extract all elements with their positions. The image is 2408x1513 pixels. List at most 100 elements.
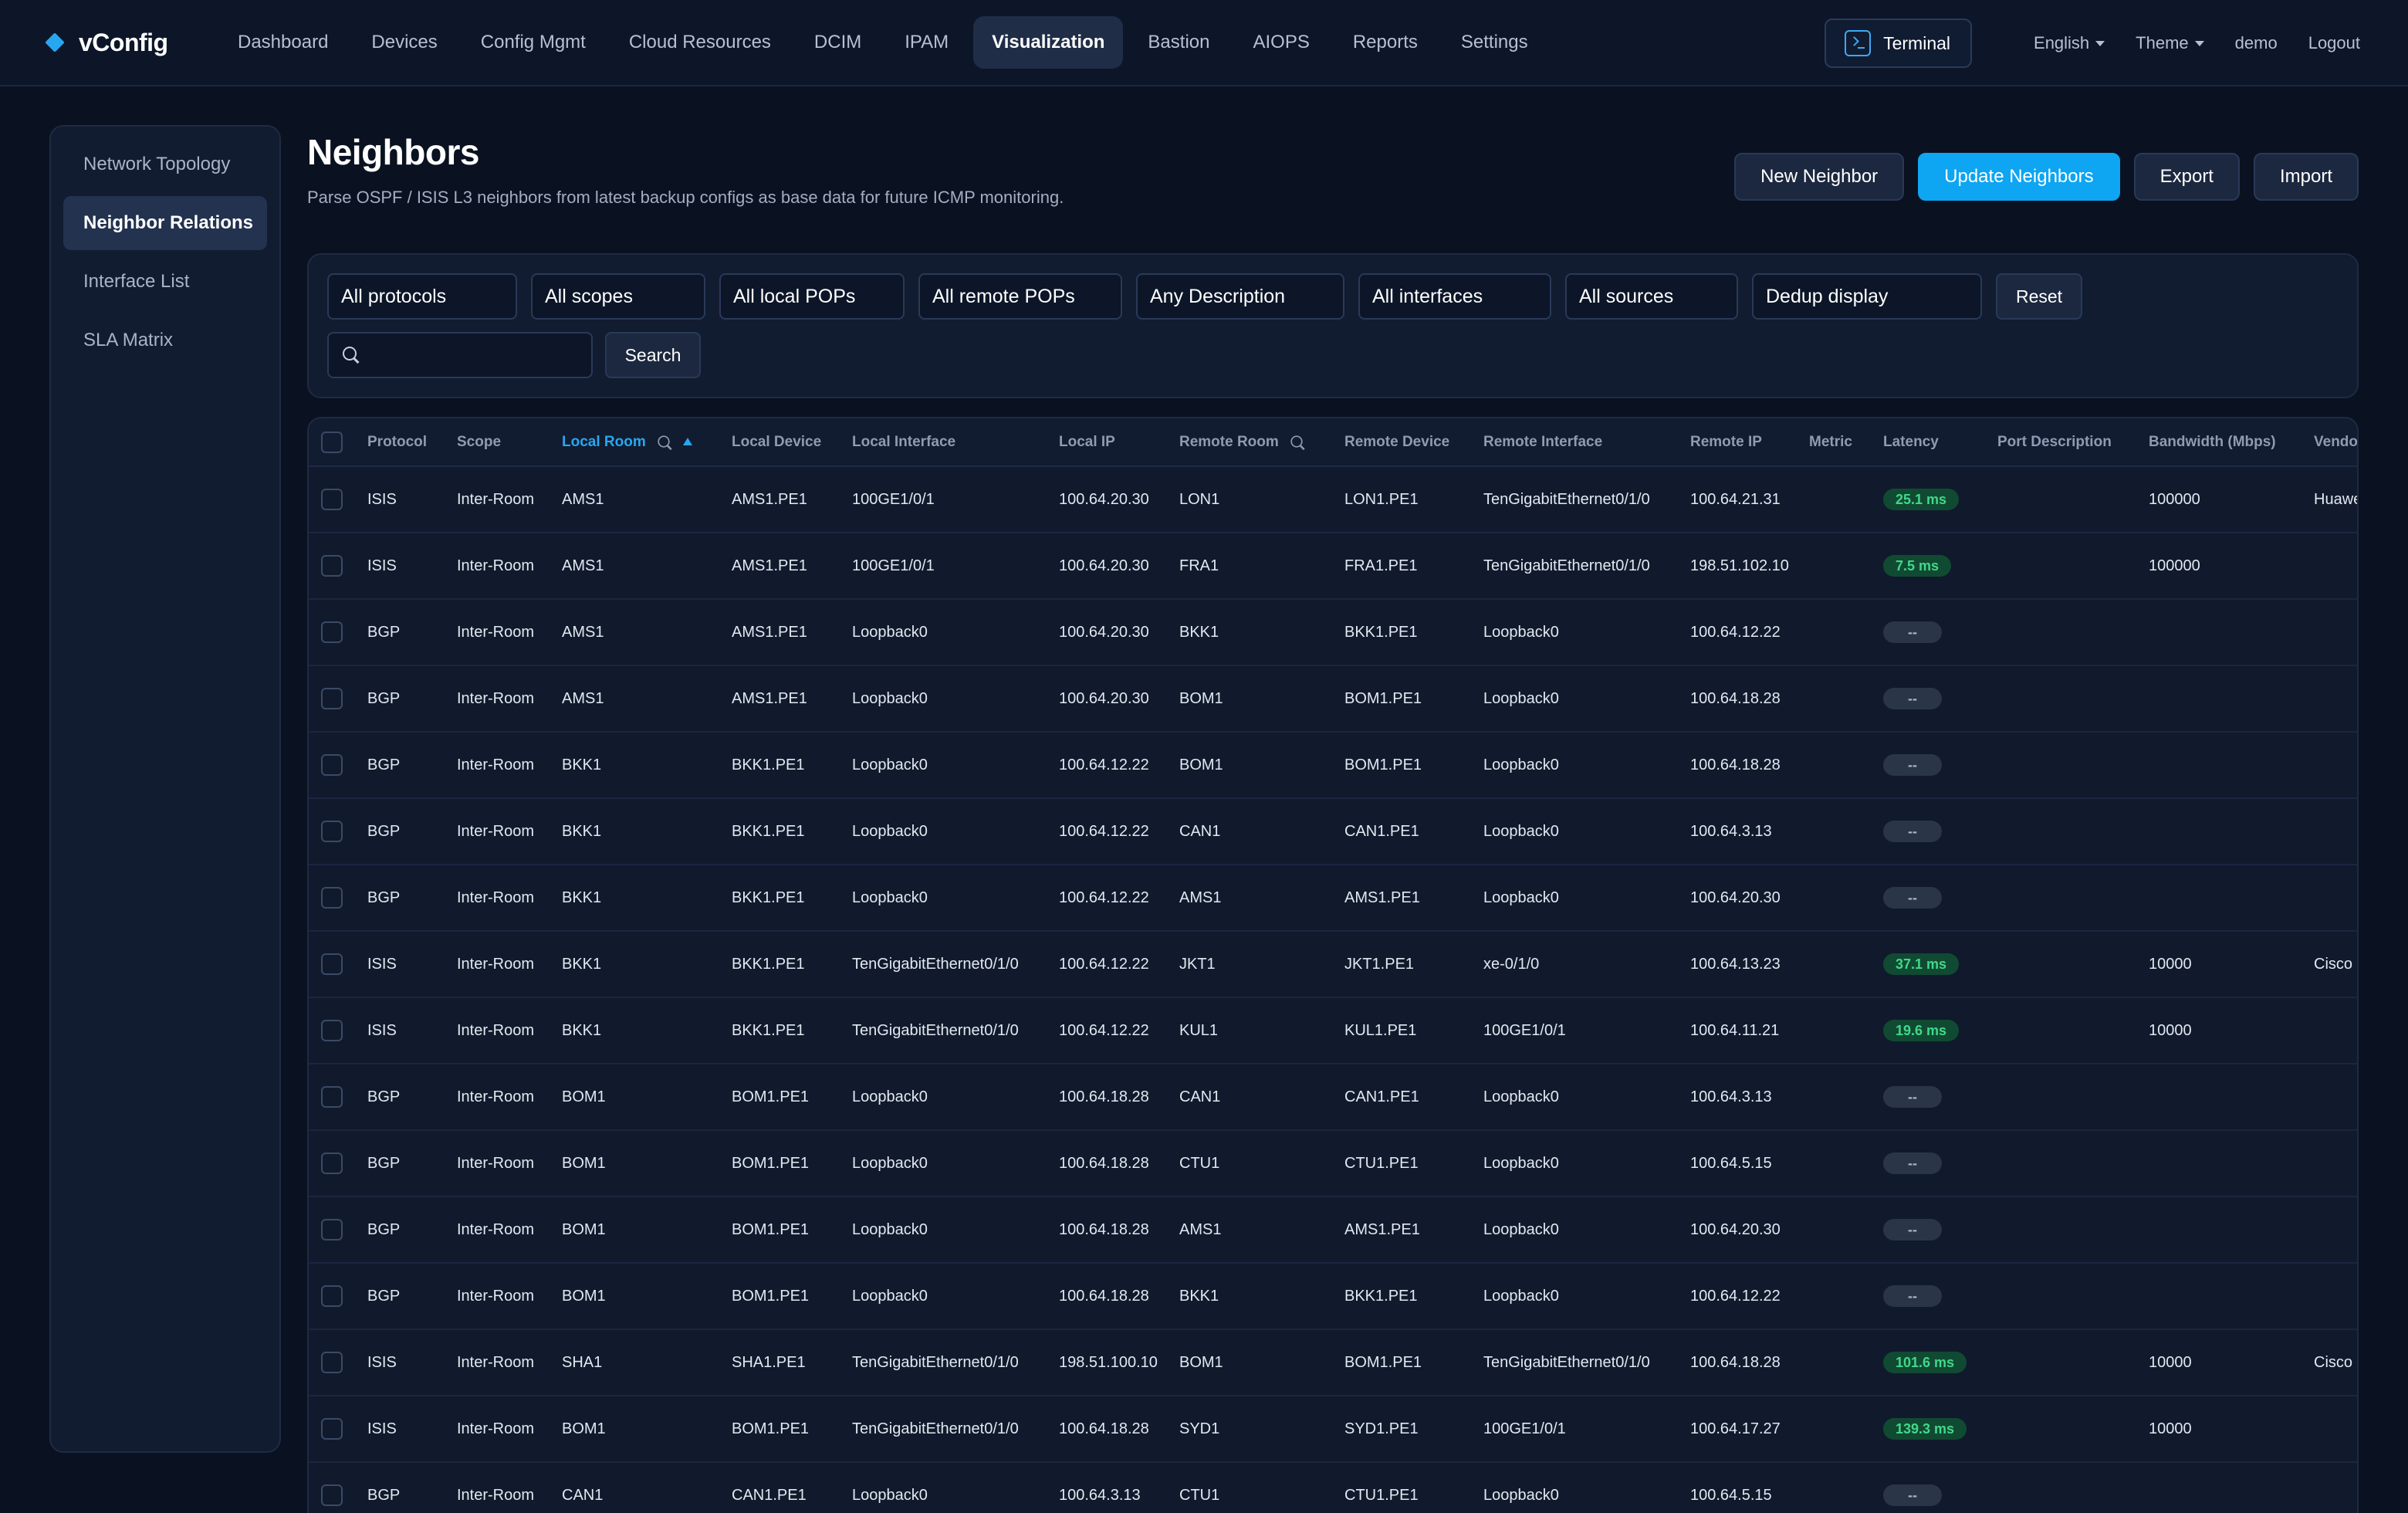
- interfaces-select[interactable]: All interfaces: [1358, 273, 1551, 320]
- table-row[interactable]: BGP Inter-Room BOM1 BOM1.PE1 Loopback0 100.64…: [309, 1263, 2357, 1329]
- table-row[interactable]: BGP Inter-Room BOM1 BOM1.PE1 Loopback0 100.64…: [309, 1064, 2357, 1130]
- remote-pop-select[interactable]: All remote POPs: [918, 273, 1122, 320]
- row-checkbox[interactable]: [321, 621, 343, 643]
- table-row[interactable]: BGP Inter-Room BKK1 BKK1.PE1 Loopback0 100.64…: [309, 865, 2357, 931]
- table-row[interactable]: BGP Inter-Room AMS1 AMS1.PE1 Loopback0 100.64…: [309, 599, 2357, 665]
- cell-local-interface: Loopback0: [852, 1486, 928, 1504]
- terminal-button[interactable]: Terminal: [1825, 19, 1973, 68]
- nav-bastion[interactable]: Bastion: [1129, 16, 1228, 69]
- cell-vendor: Huawei: [2314, 490, 2357, 508]
- nav-cloud-resources[interactable]: Cloud Resources: [610, 16, 790, 69]
- sidebar-item-neighbor-relations[interactable]: Neighbor Relations: [63, 196, 267, 250]
- column-header-local-device[interactable]: Local Device: [732, 418, 852, 467]
- column-search-icon[interactable]: [658, 435, 670, 448]
- cell-bandwidth: 100000: [2149, 557, 2200, 574]
- cell-local-device: BOM1.PE1: [732, 1088, 810, 1105]
- nav-dcim[interactable]: DCIM: [796, 16, 880, 69]
- user-name[interactable]: demo: [2235, 33, 2278, 53]
- table-row[interactable]: ISIS Inter-Room BKK1 BKK1.PE1 TenGigabitEthe…: [309, 931, 2357, 997]
- row-checkbox[interactable]: [321, 754, 343, 776]
- logout-link[interactable]: Logout: [2308, 33, 2360, 53]
- sources-select[interactable]: All sources: [1565, 273, 1738, 320]
- nav-settings[interactable]: Settings: [1442, 16, 1547, 69]
- column-header-remote-ip[interactable]: Remote IP: [1690, 418, 1809, 467]
- sort-ascending-icon[interactable]: [682, 438, 692, 446]
- column-header-bandwidth[interactable]: Bandwidth (Mbps): [2149, 418, 2314, 467]
- column-header-local-ip[interactable]: Local IP: [1059, 418, 1179, 467]
- scope-select[interactable]: All scopes: [531, 273, 705, 320]
- brand[interactable]: vConfig: [45, 29, 202, 57]
- import-button[interactable]: Import: [2253, 153, 2359, 201]
- new-neighbor-button[interactable]: New Neighbor: [1734, 153, 1905, 201]
- table-row[interactable]: BGP Inter-Room BOM1 BOM1.PE1 Loopback0 100.64…: [309, 1130, 2357, 1197]
- cell-select: [309, 1130, 367, 1197]
- row-checkbox[interactable]: [321, 1418, 343, 1440]
- sidebar-item-network-topology[interactable]: Network Topology: [63, 137, 267, 191]
- row-checkbox[interactable]: [321, 1153, 343, 1174]
- update-neighbors-button[interactable]: Update Neighbors: [1918, 153, 2120, 201]
- table-row[interactable]: ISIS Inter-Room SHA1 SHA1.PE1 TenGigabitEthe…: [309, 1329, 2357, 1396]
- column-header-remote-interface[interactable]: Remote Interface: [1483, 418, 1690, 467]
- search-button[interactable]: Search: [605, 332, 701, 378]
- row-checkbox[interactable]: [321, 1285, 343, 1307]
- nav-visualization[interactable]: Visualization: [973, 16, 1124, 69]
- latency-badge: --: [1883, 688, 1942, 709]
- table-row[interactable]: BGP Inter-Room BKK1 BKK1.PE1 Loopback0 100.64…: [309, 732, 2357, 798]
- column-header-local-room[interactable]: Local Room: [562, 418, 732, 467]
- description-select[interactable]: Any Description: [1136, 273, 1344, 320]
- column-search-icon[interactable]: [1290, 435, 1303, 448]
- table-row[interactable]: BGP Inter-Room CAN1 CAN1.PE1 Loopback0 100.64…: [309, 1462, 2357, 1513]
- column-header-remote-room[interactable]: Remote Room: [1179, 418, 1344, 467]
- table-row[interactable]: ISIS Inter-Room AMS1 AMS1.PE1 100GE1/0/1 100.…: [309, 466, 2357, 533]
- sidebar-item-interface-list[interactable]: Interface List: [63, 255, 267, 309]
- cell-remote-ip: 100.64.11.21: [1690, 1021, 1780, 1039]
- column-header-scope[interactable]: Scope: [457, 418, 562, 467]
- table-row[interactable]: ISIS Inter-Room AMS1 AMS1.PE1 100GE1/0/1 100.…: [309, 533, 2357, 599]
- row-checkbox[interactable]: [321, 1484, 343, 1506]
- row-checkbox[interactable]: [321, 953, 343, 975]
- column-header-latency[interactable]: Latency: [1883, 418, 1997, 467]
- table-row[interactable]: BGP Inter-Room AMS1 AMS1.PE1 Loopback0 100.64…: [309, 665, 2357, 732]
- row-checkbox[interactable]: [321, 887, 343, 909]
- table-row[interactable]: BGP Inter-Room BOM1 BOM1.PE1 Loopback0 100.64…: [309, 1197, 2357, 1263]
- column-header-remote-device[interactable]: Remote Device: [1344, 418, 1483, 467]
- diamond-icon: [45, 32, 65, 52]
- export-button[interactable]: Export: [2133, 153, 2240, 201]
- nav-ipam[interactable]: IPAM: [886, 16, 967, 69]
- search-input[interactable]: [369, 345, 577, 365]
- cell-remote-room: CTU1: [1179, 1154, 1220, 1172]
- row-checkbox[interactable]: [321, 1352, 343, 1373]
- row-checkbox[interactable]: [321, 688, 343, 709]
- column-header-metric[interactable]: Metric: [1809, 418, 1883, 467]
- table-row[interactable]: ISIS Inter-Room BKK1 BKK1.PE1 TenGigabitEthe…: [309, 997, 2357, 1064]
- row-checkbox[interactable]: [321, 821, 343, 842]
- select-all-checkbox[interactable]: [321, 431, 343, 453]
- language-dropdown[interactable]: English: [2034, 33, 2105, 53]
- theme-dropdown[interactable]: Theme: [2136, 33, 2204, 53]
- nav-reports[interactable]: Reports: [1334, 16, 1436, 69]
- latency-badge: 25.1 ms: [1883, 489, 1960, 510]
- nav-config-mgmt[interactable]: Config Mgmt: [462, 16, 604, 69]
- cell-scope: Inter-Room: [457, 955, 535, 973]
- protocol-select[interactable]: All protocols: [327, 273, 517, 320]
- row-checkbox[interactable]: [321, 489, 343, 510]
- column-header-port-description[interactable]: Port Description: [1997, 418, 2149, 467]
- column-header-local-interface[interactable]: Local Interface: [852, 418, 1059, 467]
- sidebar-item-sla-matrix[interactable]: SLA Matrix: [63, 313, 267, 367]
- row-checkbox[interactable]: [321, 1020, 343, 1041]
- row-checkbox[interactable]: [321, 555, 343, 577]
- table-row[interactable]: ISIS Inter-Room BOM1 BOM1.PE1 TenGigabitEthe…: [309, 1396, 2357, 1462]
- nav-devices[interactable]: Devices: [353, 16, 455, 69]
- local-pop-select[interactable]: All local POPs: [719, 273, 905, 320]
- column-header-protocol[interactable]: Protocol: [367, 418, 457, 467]
- table-row[interactable]: BGP Inter-Room BKK1 BKK1.PE1 Loopback0 100.64…: [309, 798, 2357, 865]
- cell-remote-room: CAN1: [1179, 1088, 1221, 1105]
- row-checkbox[interactable]: [321, 1086, 343, 1108]
- cell-remote-ip: 100.64.18.28: [1690, 756, 1781, 773]
- row-checkbox[interactable]: [321, 1219, 343, 1241]
- reset-button[interactable]: Reset: [1996, 273, 2082, 320]
- nav-dashboard[interactable]: Dashboard: [219, 16, 347, 69]
- dedup-select[interactable]: Dedup display: [1752, 273, 1982, 320]
- column-header-vendor[interactable]: Vendor: [2314, 418, 2357, 467]
- nav-aiops[interactable]: AIOPS: [1234, 16, 1327, 69]
